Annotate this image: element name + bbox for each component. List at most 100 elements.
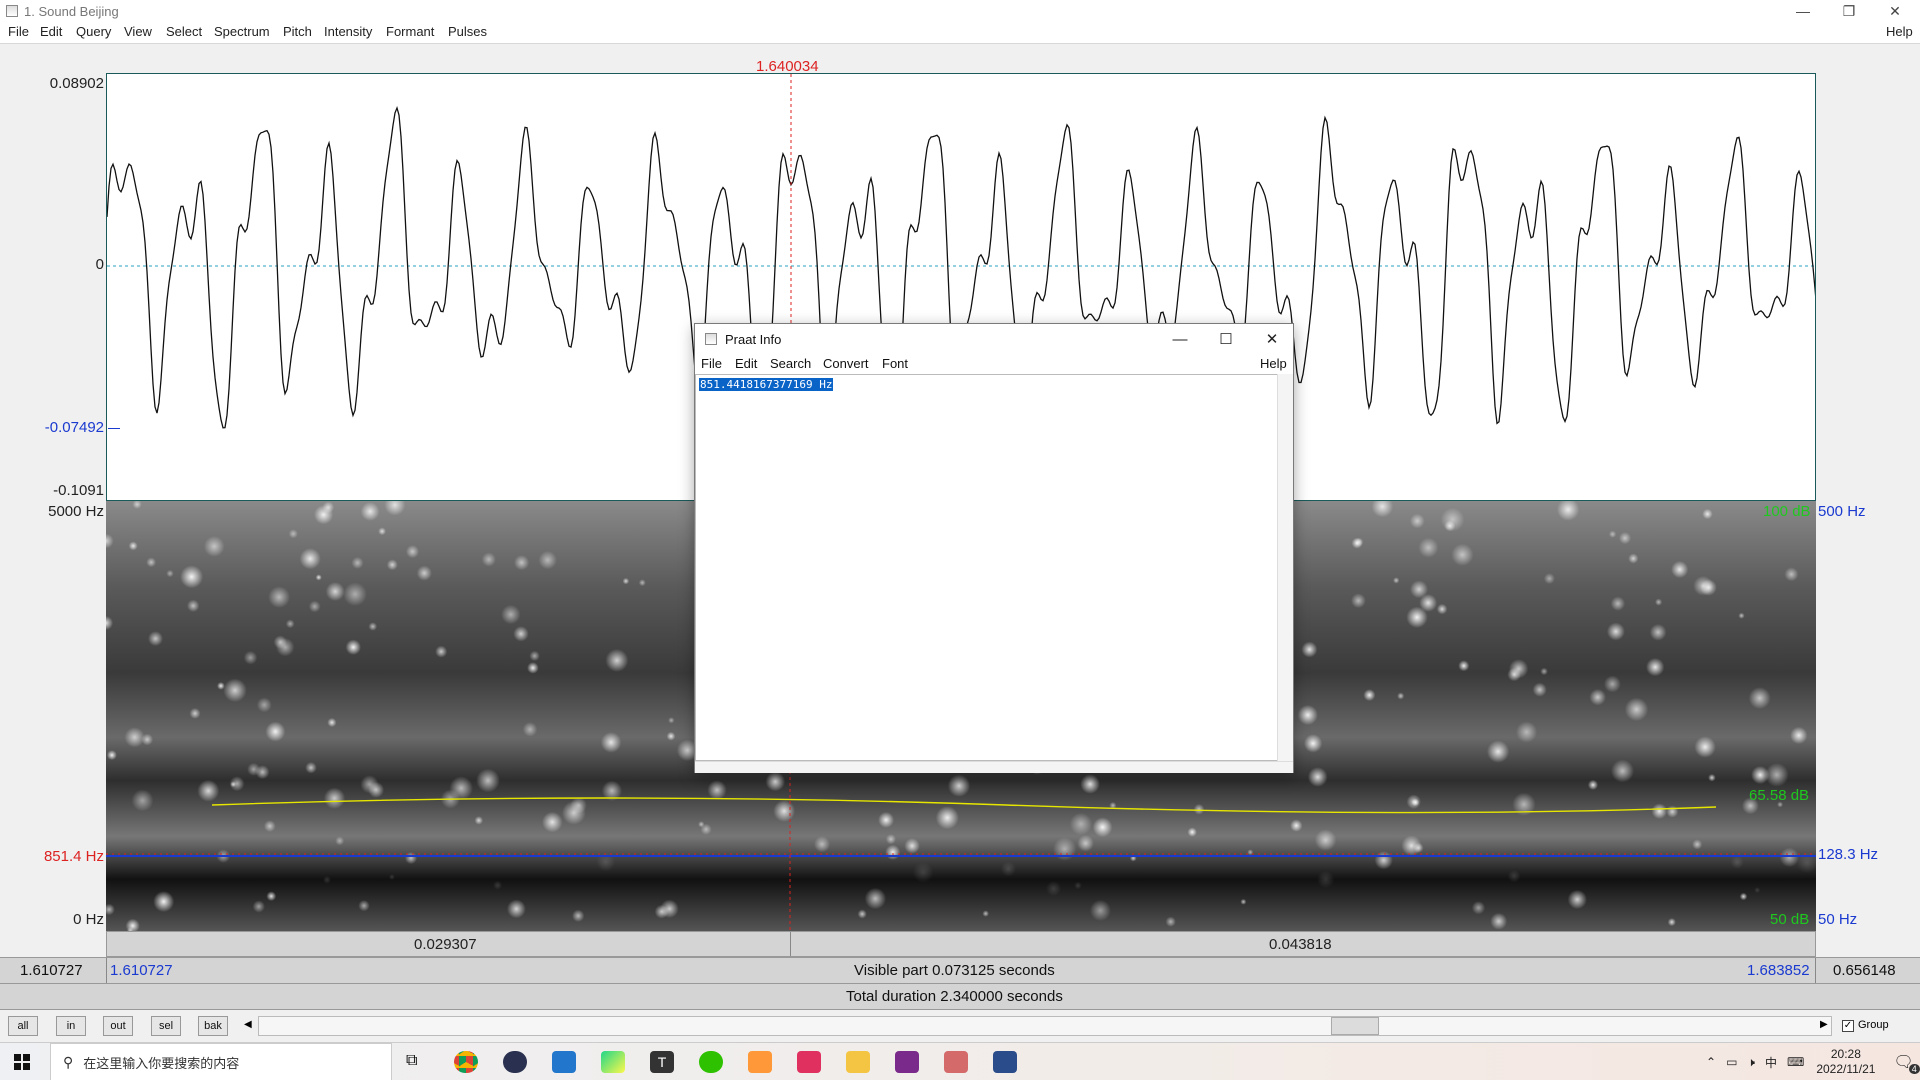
restore-button[interactable]: ❐ xyxy=(1826,0,1872,22)
scroll-right-arrow-icon[interactable]: ▶ xyxy=(1820,1019,1828,1030)
info-vertical-scrollbar[interactable] xyxy=(1277,374,1293,761)
spectrogram-speckle xyxy=(878,811,895,828)
window-start-time[interactable]: 1.610727 xyxy=(20,962,83,979)
wechat-icon[interactable] xyxy=(699,1051,723,1073)
menu-intensity[interactable]: Intensity xyxy=(324,24,372,39)
chrome-icon[interactable] xyxy=(454,1051,478,1073)
spectrogram-speckle xyxy=(513,626,529,642)
typora-icon[interactable]: T xyxy=(650,1051,674,1073)
info-text-area[interactable]: 851.4418167377169 Hz xyxy=(695,374,1277,761)
system-tray: ⌃ ▭ 🕨 中 ⌨ 20:28 2022/11/21 🗨 4 xyxy=(1706,1043,1920,1080)
spectrogram-speckle xyxy=(1351,537,1363,549)
spectrogram-speckle xyxy=(1187,827,1197,837)
spectrogram-speckle xyxy=(1307,767,1328,787)
menu-help[interactable]: Help xyxy=(1886,24,1913,39)
pitch-min-label: 50 Hz xyxy=(1818,911,1858,928)
spectrogram-speckle xyxy=(315,574,322,581)
dialog-menu-search[interactable]: Search xyxy=(770,356,811,371)
pitch-max-label: 500 Hz xyxy=(1818,503,1866,520)
spectrogram-speckle xyxy=(335,836,345,846)
spectrogram-speckle xyxy=(1397,692,1405,700)
visible-part-bar[interactable]: 1.610727 1.610727 Visible part 0.073125 … xyxy=(0,957,1920,983)
clock[interactable]: 20:28 2022/11/21 xyxy=(1816,1047,1875,1077)
foxit-icon[interactable] xyxy=(797,1051,821,1073)
intensity-max-label: 100 dB xyxy=(1763,503,1811,520)
spectrogram-speckle xyxy=(1624,697,1649,722)
zoom-out-button[interactable]: out xyxy=(103,1016,133,1036)
menu-pitch[interactable]: Pitch xyxy=(283,24,312,39)
dialog-menu-font[interactable]: Font xyxy=(882,356,908,371)
vscode-icon[interactable] xyxy=(552,1051,576,1073)
spec-freq-top-label: 5000 Hz xyxy=(48,503,104,520)
visible-start-time[interactable]: 1.610727 xyxy=(110,962,173,979)
dialog-close-button[interactable]: ✕ xyxy=(1249,324,1295,354)
right-segment-duration[interactable]: 0.043818 xyxy=(1269,936,1332,953)
total-duration-label[interactable]: Total duration 2.340000 seconds xyxy=(846,988,1063,1005)
keyboard-icon[interactable]: ⌨ xyxy=(1787,1055,1804,1069)
spectrogram-speckle xyxy=(529,650,540,662)
task-view-icon[interactable]: ⧉ xyxy=(406,1052,417,1070)
window-end-time[interactable]: 0.656148 xyxy=(1833,962,1896,979)
menu-select[interactable]: Select xyxy=(166,24,202,39)
spectrogram-speckle xyxy=(1702,508,1713,520)
spectrogram-speckle xyxy=(1297,704,1318,726)
info-horizontal-scrollbar[interactable] xyxy=(695,761,1293,773)
time-scrollbar[interactable] xyxy=(258,1016,1832,1036)
dialog-minimize-button[interactable]: — xyxy=(1157,324,1203,354)
taskbar-search-box[interactable]: ⚲ 在这里输入你要搜索的内容 xyxy=(50,1043,392,1080)
menu-edit[interactable]: Edit xyxy=(40,24,62,39)
menu-file[interactable]: File xyxy=(8,24,29,39)
close-button[interactable]: ✕ xyxy=(1872,0,1918,22)
spectrogram-speckle xyxy=(368,622,378,631)
spectrogram-speckle xyxy=(1317,870,1335,889)
praat-taskbar-icon[interactable] xyxy=(993,1051,1017,1073)
ime-indicator[interactable]: 中 xyxy=(1765,1054,1777,1071)
pdf-app-icon[interactable] xyxy=(895,1051,919,1073)
pycharm-icon[interactable] xyxy=(601,1051,625,1073)
menu-view[interactable]: View xyxy=(124,24,152,39)
spec-freq-bottom-label: 0 Hz xyxy=(73,911,104,928)
minimize-button[interactable]: — xyxy=(1780,0,1826,22)
dialog-maximize-button[interactable]: ☐ xyxy=(1203,324,1249,354)
spectrogram-speckle xyxy=(1413,842,1424,853)
zoom-sel-button[interactable]: sel xyxy=(151,1016,181,1036)
spectrogram-speckle xyxy=(493,880,503,890)
obs-icon[interactable] xyxy=(503,1051,527,1073)
zoom-back-button[interactable]: bak xyxy=(198,1016,228,1036)
total-duration-bar[interactable]: Total duration 2.340000 seconds xyxy=(0,983,1920,1010)
spectrogram-speckle xyxy=(327,717,337,728)
left-segment-duration[interactable]: 0.029307 xyxy=(414,936,477,953)
sync-app-icon[interactable] xyxy=(748,1051,772,1073)
notification-icon[interactable]: 🗨 4 xyxy=(1893,1052,1920,1074)
praat-info-window[interactable]: Praat Info — ☐ ✕ File Edit Search Conver… xyxy=(694,323,1294,773)
dialog-menu-edit[interactable]: Edit xyxy=(735,356,757,371)
dialog-menu-convert[interactable]: Convert xyxy=(823,356,869,371)
volume-icon[interactable]: 🕨 xyxy=(1747,1055,1755,1070)
visible-end-time[interactable]: 1.683852 xyxy=(1747,962,1810,979)
spectrogram-speckle xyxy=(773,800,796,822)
spectrogram-speckle xyxy=(1303,734,1323,753)
praat-lips-icon[interactable] xyxy=(944,1051,968,1073)
tray-chevron-icon[interactable]: ⌃ xyxy=(1706,1055,1716,1069)
spectrogram-speckle xyxy=(1543,573,1555,585)
dialog-menu-help[interactable]: Help xyxy=(1260,356,1287,371)
menu-formant[interactable]: Formant xyxy=(386,24,434,39)
praat-info-icon xyxy=(705,333,717,345)
group-checkbox[interactable]: ✓ xyxy=(1842,1020,1854,1032)
menu-pulses[interactable]: Pulses xyxy=(448,24,487,39)
spectrogram-speckle xyxy=(1784,567,1799,582)
file-explorer-icon[interactable] xyxy=(846,1051,870,1073)
spectrogram-speckle xyxy=(217,682,225,690)
info-selected-text[interactable]: 851.4418167377169 Hz xyxy=(699,378,834,391)
windows-start-icon[interactable] xyxy=(14,1054,30,1070)
scroll-left-arrow-icon[interactable]: ◀ xyxy=(244,1019,252,1030)
dialog-menu-file[interactable]: File xyxy=(701,356,722,371)
menu-query[interactable]: Query xyxy=(76,24,111,39)
network-icon[interactable]: ▭ xyxy=(1726,1055,1737,1069)
zoom-all-button[interactable]: all xyxy=(8,1016,38,1036)
scrollbar-thumb[interactable] xyxy=(1331,1017,1379,1035)
zoom-in-button[interactable]: in xyxy=(56,1016,86,1036)
menu-spectrum[interactable]: Spectrum xyxy=(214,24,270,39)
spectrogram-speckle xyxy=(345,639,361,655)
visible-part-label[interactable]: Visible part 0.073125 seconds xyxy=(854,962,1055,979)
